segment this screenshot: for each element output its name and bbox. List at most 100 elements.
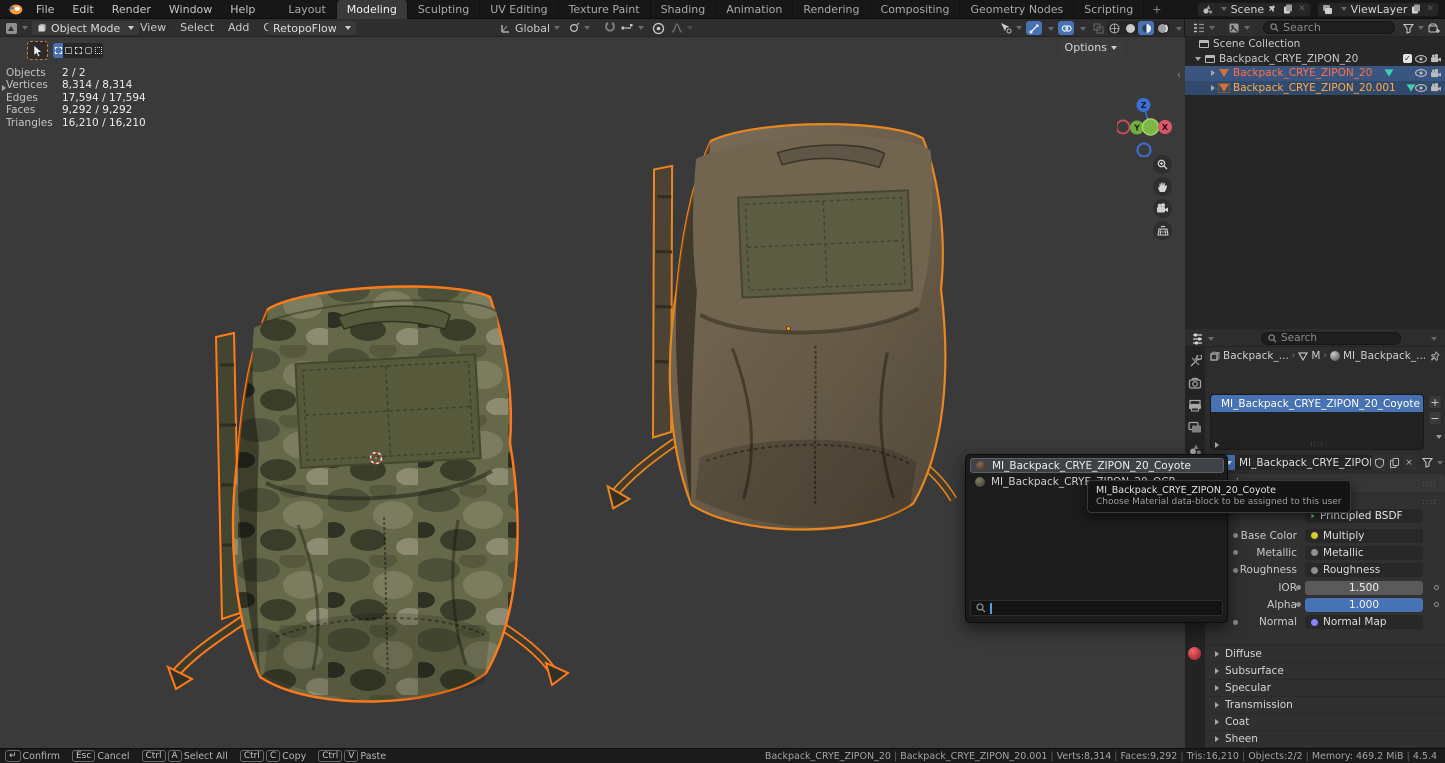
breadcrumb-mesh[interactable]: M: [1311, 350, 1320, 362]
tab-material[interactable]: [1188, 647, 1202, 661]
workspace-tab[interactable]: Rendering: [793, 0, 870, 19]
animate-decorator[interactable]: [1434, 585, 1439, 590]
proportional-falloff-dropdown[interactable]: [671, 21, 693, 35]
collapsed-panel-header[interactable]: Sheen: [1205, 730, 1445, 747]
workspace-tab[interactable]: Modeling: [337, 0, 408, 19]
viewport-menu-item[interactable]: Add: [221, 19, 256, 37]
menu-item[interactable]: File: [27, 0, 63, 19]
scene-name[interactable]: Scene: [1231, 3, 1265, 16]
workspace-tab[interactable]: Texture Paint: [559, 0, 651, 19]
hide-viewport-eye-icon[interactable]: [1415, 55, 1427, 63]
normal-input[interactable]: Normal Map: [1305, 615, 1423, 629]
collapsed-panel-header[interactable]: Coat: [1205, 713, 1445, 730]
breadcrumb-object[interactable]: Backpack_...: [1223, 350, 1289, 362]
shading-wireframe-button[interactable]: [1106, 21, 1122, 35]
disable-render-camera-icon[interactable]: [1430, 69, 1442, 78]
fake-user-shield-icon[interactable]: [1371, 455, 1386, 470]
workspace-tab[interactable]: Compositing: [871, 0, 961, 19]
workspace-tab[interactable]: UV Editing: [480, 0, 558, 19]
workspace-tab[interactable]: Sculpting: [408, 0, 480, 19]
slot-specials-chevron[interactable]: [1436, 435, 1442, 439]
region-collapse-arrow[interactable]: ‹: [1177, 68, 1181, 81]
animate-decorator[interactable]: [1434, 602, 1439, 607]
tweak-tool-button[interactable]: [27, 41, 48, 60]
hide-viewport-eye-icon[interactable]: [1415, 84, 1427, 92]
viewport-menu-item[interactable]: Select: [173, 19, 221, 37]
disable-render-camera-icon[interactable]: [1430, 83, 1442, 92]
new-material-copy-icon[interactable]: [1386, 455, 1401, 470]
shading-material-preview-button[interactable]: [1138, 21, 1154, 35]
overlays-dropdown-chevron[interactable]: [1080, 27, 1086, 31]
workspace-tab[interactable]: Layout: [278, 0, 336, 19]
popup-item-coyote[interactable]: MI_Backpack_CRYE_ZIPON_20_Coyote: [970, 458, 1224, 473]
material-slot-active[interactable]: MI_Backpack_CRYE_ZIPON_20_Coyote: [1211, 395, 1423, 412]
retopoflow-menu[interactable]: RetopoFlow: [268, 21, 356, 35]
select-mode-subtract[interactable]: [73, 43, 83, 58]
collection-checkbox[interactable]: ✓: [1403, 54, 1412, 63]
outliner-id-type-dropdown[interactable]: [1228, 21, 1250, 35]
viewlayer-name[interactable]: ViewLayer: [1351, 3, 1408, 16]
breadcrumb-material[interactable]: MI_Backpack_...: [1343, 350, 1426, 362]
new-scene-icon[interactable]: [1283, 4, 1294, 15]
snap-with-dropdown[interactable]: [620, 21, 644, 35]
workspace-tab[interactable]: Geometry Nodes: [960, 0, 1074, 19]
pivot-point-dropdown[interactable]: [568, 21, 590, 35]
add-material-slot-button[interactable]: +: [1428, 395, 1442, 409]
slot-list-resize-grip[interactable]: ::::: [1310, 440, 1323, 448]
menu-item[interactable]: Help: [221, 0, 264, 19]
material-name-field[interactable]: MI_Backpack_CRYE_ZIPON_20_...: [1235, 455, 1371, 470]
material-slot-list[interactable]: MI_Backpack_CRYE_ZIPON_20_Coyote ::::: [1210, 394, 1424, 450]
collapsed-panel-header[interactable]: Diffuse: [1205, 645, 1445, 662]
collapse-arrow-icon[interactable]: [1195, 57, 1201, 61]
properties-editor-type-icon[interactable]: [1191, 332, 1214, 346]
pin-icon[interactable]: [1430, 351, 1441, 362]
properties-header-chevron[interactable]: [1431, 337, 1437, 341]
blender-logo-icon[interactable]: [7, 3, 23, 15]
new-viewlayer-icon[interactable]: [1411, 4, 1422, 15]
backpack-model-multicam[interactable]: [148, 275, 592, 713]
scene-unlink-icon[interactable]: ✕: [1298, 4, 1306, 14]
tab-output[interactable]: [1188, 399, 1202, 413]
expand-arrow-icon[interactable]: [1211, 85, 1215, 91]
tab-render[interactable]: [1188, 377, 1202, 391]
pan-hand-button[interactable]: [1153, 177, 1172, 196]
collapsed-panel-header[interactable]: Transmission: [1205, 696, 1445, 713]
menu-item[interactable]: Edit: [63, 0, 102, 19]
xray-toggle[interactable]: [1090, 21, 1106, 35]
base-color-input[interactable]: Multiply: [1305, 529, 1423, 543]
tab-tool[interactable]: [1188, 355, 1202, 369]
collapsed-panel-header[interactable]: Specular: [1205, 679, 1445, 696]
orthographic-toggle-button[interactable]: [1153, 221, 1172, 240]
outliner-row-backpack-001[interactable]: Backpack_CRYE_ZIPON_20.001: [1185, 81, 1445, 96]
shading-dropdown-chevron[interactable]: [1176, 27, 1182, 31]
camera-view-button[interactable]: [1153, 199, 1172, 218]
viewlayer-remove-icon[interactable]: ✕: [1426, 4, 1434, 14]
tab-view-layer[interactable]: [1188, 421, 1202, 435]
material-specials-dropdown[interactable]: [1422, 457, 1443, 468]
transform-orientation-dropdown[interactable]: Global: [500, 21, 560, 35]
metallic-input[interactable]: Metallic: [1305, 546, 1423, 560]
roughness-input[interactable]: Roughness: [1305, 563, 1423, 577]
menu-item[interactable]: Window: [160, 0, 221, 19]
select-mode-intersect[interactable]: [93, 43, 103, 58]
outliner-row-collection[interactable]: Backpack_CRYE_ZIPON_20 ✓: [1185, 52, 1445, 67]
properties-search-input[interactable]: Search: [1261, 332, 1401, 345]
select-mode-invert[interactable]: [83, 43, 93, 58]
popup-search-input[interactable]: [970, 600, 1223, 616]
disable-render-camera-icon[interactable]: [1430, 54, 1442, 63]
scene-selector[interactable]: Scene ✕: [1197, 2, 1311, 17]
workspace-tab[interactable]: Animation: [716, 0, 793, 19]
gizmos-toggle[interactable]: [1026, 21, 1042, 35]
outliner-search-input[interactable]: Search: [1263, 21, 1395, 34]
select-mode-set[interactable]: [53, 43, 63, 58]
menu-item[interactable]: Render: [103, 0, 160, 19]
zoom-button[interactable]: [1153, 155, 1172, 174]
gizmos-dropdown-chevron[interactable]: [1048, 27, 1054, 31]
slot-list-expander[interactable]: [1215, 442, 1219, 448]
editor-type-icon[interactable]: [5, 21, 28, 35]
shading-solid-button[interactable]: [1122, 21, 1138, 35]
outliner-row-scene-collection[interactable]: Scene Collection: [1185, 37, 1445, 52]
show-object-types-dropdown[interactable]: [999, 21, 1022, 35]
viewlayer-selector[interactable]: ViewLayer ✕: [1317, 2, 1439, 17]
outliner-display-mode-dropdown[interactable]: [1193, 21, 1215, 35]
